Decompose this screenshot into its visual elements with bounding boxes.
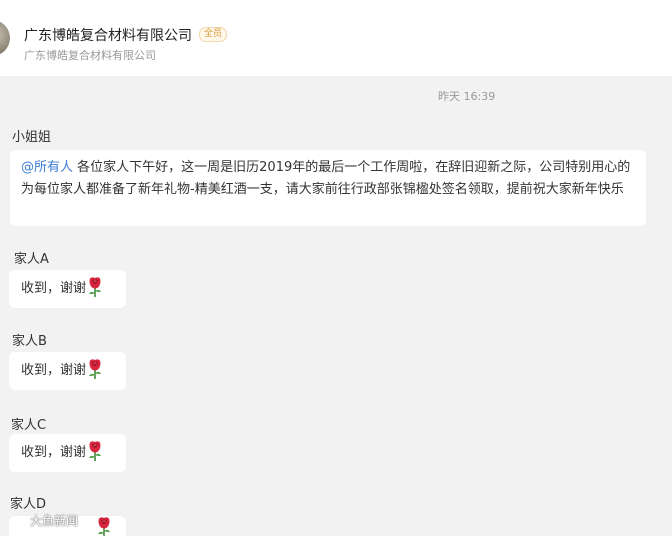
- chat-header: 广东博皓复合材料有限公司 全员 广东博皓复合材料有限公司: [0, 0, 672, 76]
- message-text: 收到，谢谢: [21, 363, 87, 378]
- sender-name: 家人A: [14, 252, 49, 267]
- message-bubble[interactable]: 收到，谢谢: [9, 434, 126, 472]
- message-bubble[interactable]: 收到，谢谢: [9, 352, 126, 390]
- rose-emoji-icon: [87, 276, 103, 298]
- rose-emoji-icon: [96, 516, 112, 536]
- message-bubble[interactable]: @所有人 各位家人下午好，这一周是旧历2019年的最后一个工作周啦，在辞旧迎新之…: [10, 150, 646, 226]
- member-badge: 全员: [199, 27, 228, 42]
- message-text: 收到，谢谢: [21, 281, 87, 296]
- rose-emoji-icon: [87, 440, 103, 462]
- chat-title[interactable]: 广东博皓复合材料有限公司: [24, 25, 192, 45]
- rose-emoji-icon: [87, 358, 103, 380]
- avatar[interactable]: [0, 20, 10, 56]
- watermark: 大鱼新闻: [8, 512, 78, 529]
- sender-name: 家人B: [12, 334, 47, 349]
- sender-name: 家人C: [11, 418, 47, 433]
- message-text: 收到，谢谢: [21, 445, 87, 460]
- mention-all-link[interactable]: @所有人: [21, 160, 73, 175]
- message-timestamp: 昨天 16:39: [438, 90, 496, 103]
- watermark-logo-icon: [9, 517, 27, 527]
- chat-subtitle: 广东博皓复合材料有限公司: [24, 49, 156, 62]
- message-text: 各位家人下午好，这一周是旧历2019年的最后一个工作周啦，在辞旧迎新之际，公司特…: [21, 160, 631, 197]
- sender-name: 家人D: [10, 497, 47, 512]
- sender-name: 小姐姐: [12, 130, 52, 145]
- message-bubble[interactable]: 收到，谢谢: [9, 270, 126, 308]
- watermark-text: 大鱼新闻: [30, 514, 79, 528]
